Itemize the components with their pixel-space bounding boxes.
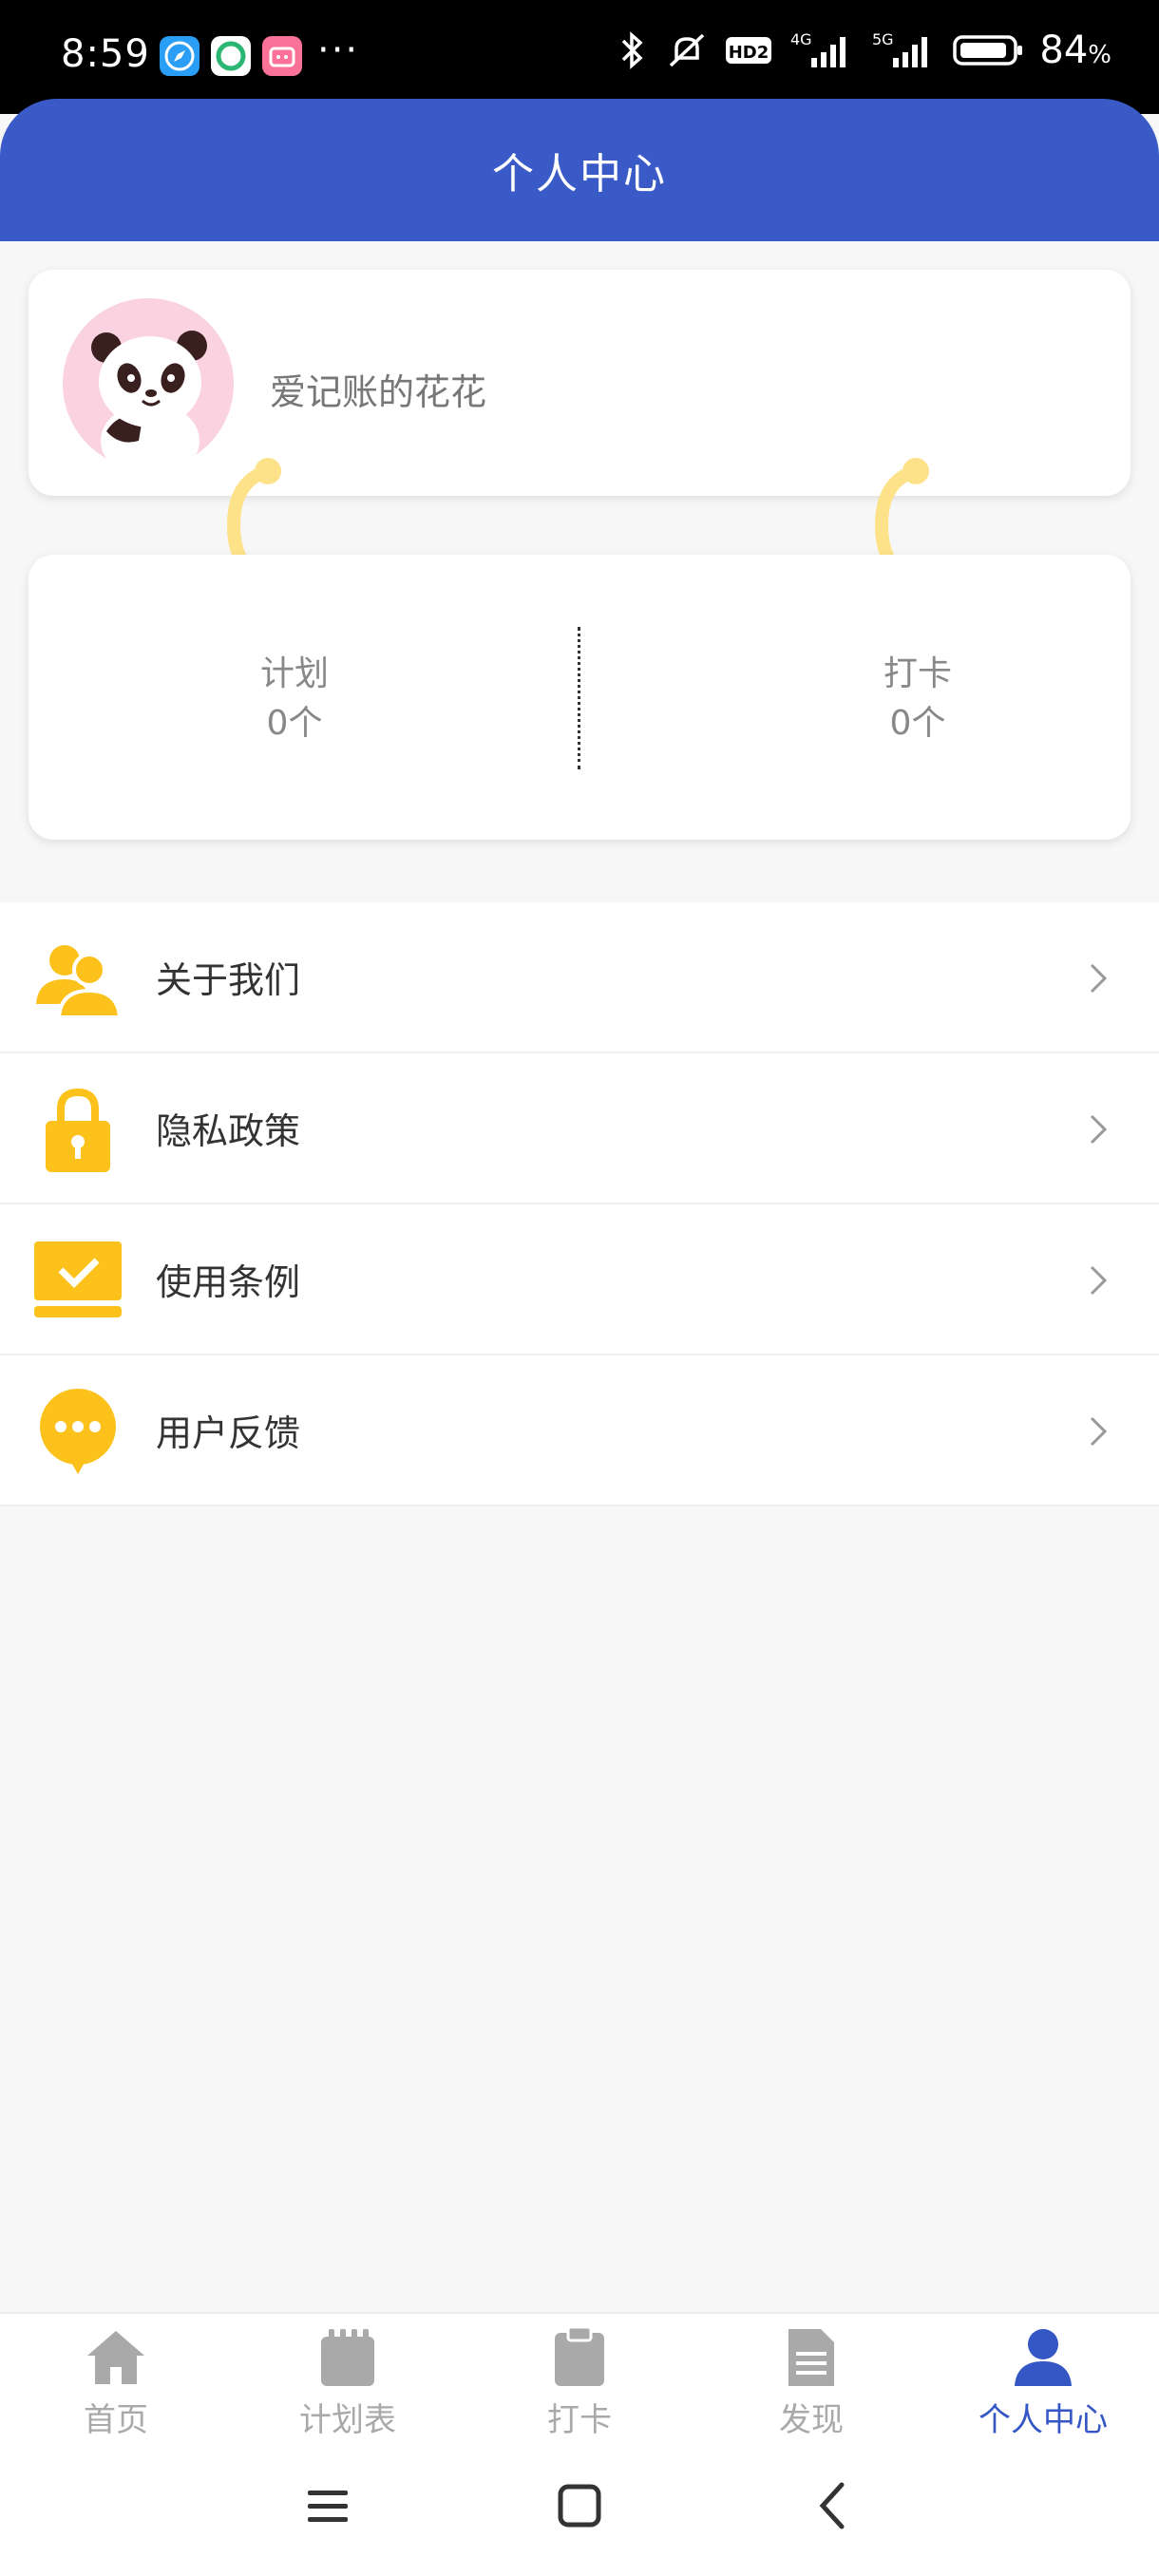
menu-item-feedback[interactable]: 用户反馈 xyxy=(0,1355,1159,1506)
page-title: 个人中心 xyxy=(492,150,667,199)
battery-icon xyxy=(953,35,1023,66)
system-nav-bar xyxy=(0,2441,1159,2576)
document-icon xyxy=(788,2329,834,2386)
chat-bubble-icon xyxy=(40,1389,116,1474)
tab-checkin[interactable]: 打卡 xyxy=(464,2314,695,2441)
stat-checkins[interactable]: 打卡 0个 xyxy=(823,650,1013,748)
menu-label-about: 关于我们 xyxy=(156,959,301,1001)
menu-label-privacy: 隐私政策 xyxy=(156,1110,301,1152)
stat-checkins-label: 打卡 xyxy=(883,654,952,693)
chevron-right-icon xyxy=(1090,1416,1108,1447)
users-icon xyxy=(36,945,123,1019)
page-header: 个人中心 xyxy=(0,99,1159,241)
tab-discover-label: 发现 xyxy=(779,2401,844,2439)
menu-item-terms[interactable]: 使用条例 xyxy=(0,1204,1159,1355)
menu-item-privacy[interactable]: 隐私政策 xyxy=(0,1053,1159,1204)
svg-text:HD2: HD2 xyxy=(729,43,770,63)
settings-menu: 关于我们 隐私政策 使用条例 用户反馈 xyxy=(0,902,1159,1506)
tab-plan-label: 计划表 xyxy=(299,2401,396,2439)
bottom-tab-bar: 首页 计划表 打卡 发现 个人中心 xyxy=(0,2312,1159,2441)
person-icon xyxy=(1015,2329,1072,2386)
stats-card: 计划 0个 打卡 0个 xyxy=(28,555,1130,840)
stat-plans-value: 0个 xyxy=(266,704,323,743)
laptop-check-icon xyxy=(34,1241,122,1317)
menu-label-terms: 使用条例 xyxy=(156,1261,301,1303)
svg-text:5G: 5G xyxy=(872,30,894,48)
chevron-right-icon xyxy=(1090,1114,1108,1145)
stat-checkins-value: 0个 xyxy=(889,704,946,743)
tab-plan[interactable]: 计划表 xyxy=(232,2314,464,2441)
signal-5g-icon: 5G xyxy=(872,30,928,67)
signal-4g-icon: 4G xyxy=(790,30,846,67)
svg-text:4G: 4G xyxy=(790,30,812,48)
stats-divider xyxy=(578,627,580,769)
back-icon[interactable] xyxy=(813,2477,851,2534)
safari-app-icon xyxy=(160,36,200,76)
more-notifications: ··· xyxy=(317,28,360,72)
username: 爱记账的花花 xyxy=(270,371,487,413)
wechat-app-icon xyxy=(211,36,251,76)
lock-icon xyxy=(46,1088,110,1172)
tab-profile-label: 个人中心 xyxy=(978,2401,1108,2439)
home-icon xyxy=(87,2331,144,2384)
home-button-icon[interactable] xyxy=(555,2477,604,2534)
menu-label-feedback: 用户反馈 xyxy=(156,1412,301,1454)
tab-profile[interactable]: 个人中心 xyxy=(927,2314,1159,2441)
menu-item-about[interactable]: 关于我们 xyxy=(0,902,1159,1053)
hd-icon: HD2 xyxy=(726,37,772,64)
tab-checkin-label: 打卡 xyxy=(547,2401,612,2439)
chevron-right-icon xyxy=(1090,1265,1108,1296)
tab-home[interactable]: 首页 xyxy=(0,2314,232,2441)
profile-card[interactable]: 爱记账的花花 xyxy=(28,270,1130,496)
mute-bell-icon xyxy=(670,33,705,67)
stat-plans-label: 计划 xyxy=(259,654,329,693)
calendar-icon xyxy=(321,2329,374,2386)
avatar[interactable] xyxy=(63,298,234,469)
clipboard-icon xyxy=(555,2325,604,2386)
bilibili-app-icon xyxy=(262,36,302,76)
battery-percent: 84% xyxy=(1039,28,1112,72)
tab-discover[interactable]: 发现 xyxy=(695,2314,927,2441)
menu-icon[interactable] xyxy=(304,2477,352,2534)
bluetooth-icon xyxy=(622,31,643,69)
panda-avatar-icon xyxy=(63,298,234,469)
stat-plans[interactable]: 计划 0个 xyxy=(200,650,390,748)
status-time: 8:59 xyxy=(61,32,150,76)
status-bar: 8:59 ··· HD2 4G 5G 84% xyxy=(0,0,1159,114)
tab-home-label: 首页 xyxy=(84,2401,148,2439)
chevron-right-icon xyxy=(1090,963,1108,994)
